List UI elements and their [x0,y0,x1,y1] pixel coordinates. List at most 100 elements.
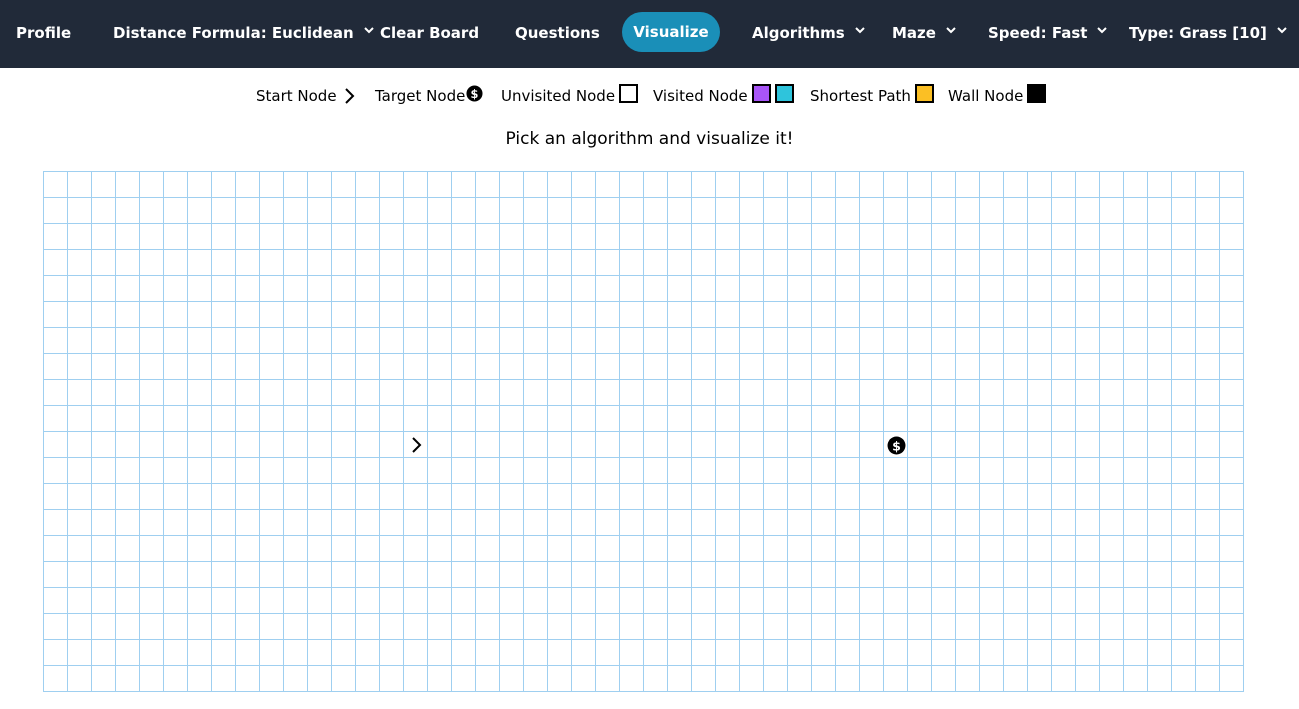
grid-cell[interactable] [716,302,740,328]
grid-cell[interactable] [788,250,812,276]
grid-cell[interactable] [212,614,236,640]
grid-cell[interactable] [596,380,620,406]
grid-cell[interactable] [380,328,404,354]
grid-cell[interactable] [332,328,356,354]
grid-cell[interactable] [1100,354,1124,380]
grid-cell[interactable] [1004,250,1028,276]
grid-cell[interactable] [68,224,92,250]
grid-cell[interactable] [836,588,860,614]
grid-cell[interactable] [452,614,476,640]
grid-cell[interactable] [1076,614,1100,640]
grid-cell[interactable] [668,458,692,484]
grid-cell[interactable] [92,510,116,536]
grid-cell[interactable] [92,172,116,198]
grid-cell[interactable] [1004,614,1028,640]
grid-cell[interactable] [884,302,908,328]
grid-cell[interactable] [572,172,596,198]
grid-cell[interactable] [236,510,260,536]
grid-cell[interactable] [308,640,332,666]
grid-cell[interactable] [188,432,212,458]
grid-cell[interactable] [716,276,740,302]
grid-cell[interactable] [716,484,740,510]
grid-cell[interactable] [1124,406,1148,432]
grid-cell[interactable] [620,276,644,302]
grid-cell[interactable] [1100,536,1124,562]
grid-cell[interactable] [1148,354,1172,380]
grid-cell[interactable] [572,484,596,510]
grid-cell[interactable] [476,640,500,666]
grid-cell[interactable] [932,536,956,562]
grid-cell[interactable] [524,250,548,276]
grid-cell[interactable] [1172,588,1196,614]
grid-cell[interactable] [428,432,452,458]
grid-cell[interactable] [668,640,692,666]
grid-cell[interactable] [836,198,860,224]
grid-cell[interactable] [284,484,308,510]
grid-cell[interactable] [1004,406,1028,432]
grid-cell[interactable] [596,640,620,666]
grid-cell[interactable] [380,250,404,276]
grid-cell[interactable] [356,666,380,692]
grid-cell[interactable] [860,640,884,666]
grid-cell[interactable] [836,380,860,406]
grid-cell[interactable] [1124,276,1148,302]
grid-cell[interactable] [428,484,452,510]
grid-cell[interactable] [884,640,908,666]
grid-cell[interactable] [236,380,260,406]
grid-cell[interactable] [908,484,932,510]
grid-cell[interactable] [620,198,644,224]
grid-cell[interactable] [404,640,428,666]
grid-cell[interactable] [68,198,92,224]
grid-cell[interactable] [1196,640,1220,666]
grid-cell[interactable] [476,354,500,380]
grid-cell[interactable] [68,562,92,588]
grid-cell[interactable] [1052,198,1076,224]
grid-cell[interactable] [1052,406,1076,432]
grid-cell[interactable] [572,328,596,354]
grid-cell[interactable] [644,276,668,302]
grid-cell[interactable] [284,250,308,276]
grid-cell[interactable] [980,224,1004,250]
grid-cell[interactable] [452,250,476,276]
grid-cell[interactable] [692,484,716,510]
grid-cell[interactable] [572,666,596,692]
grid-cell[interactable] [188,224,212,250]
grid-cell[interactable] [980,458,1004,484]
grid-cell[interactable] [980,640,1004,666]
grid-cell[interactable] [1004,198,1028,224]
grid-cell[interactable] [1196,510,1220,536]
grid-cell[interactable] [548,640,572,666]
grid-cell[interactable] [668,562,692,588]
grid-cell[interactable] [332,562,356,588]
grid-cell[interactable] [452,406,476,432]
grid-cell[interactable] [1124,536,1148,562]
grid-cell[interactable] [884,276,908,302]
grid-cell[interactable] [596,250,620,276]
grid-cell[interactable] [1124,250,1148,276]
grid-cell[interactable] [1220,666,1244,692]
grid-cell[interactable] [188,198,212,224]
grid-cell[interactable] [476,666,500,692]
grid-cell[interactable] [524,354,548,380]
grid-cell[interactable] [116,510,140,536]
grid-cell[interactable] [332,250,356,276]
grid-cell[interactable] [380,276,404,302]
grid-cell[interactable] [428,588,452,614]
grid-cell[interactable] [884,562,908,588]
grid-cell[interactable] [644,302,668,328]
grid-cell[interactable] [404,328,428,354]
grid-cell[interactable] [452,354,476,380]
grid-cell[interactable] [596,562,620,588]
grid-cell[interactable] [1028,224,1052,250]
grid-cell[interactable] [500,302,524,328]
grid-cell[interactable] [932,510,956,536]
profile-button[interactable]: Profile [16,21,71,45]
grid-cell[interactable] [212,198,236,224]
grid-cell[interactable] [116,432,140,458]
grid-cell[interactable] [44,250,68,276]
grid-cell[interactable] [116,484,140,510]
grid-cell[interactable] [1100,302,1124,328]
grid-cell[interactable] [404,302,428,328]
grid-cell[interactable] [908,406,932,432]
grid-cell[interactable] [620,614,644,640]
